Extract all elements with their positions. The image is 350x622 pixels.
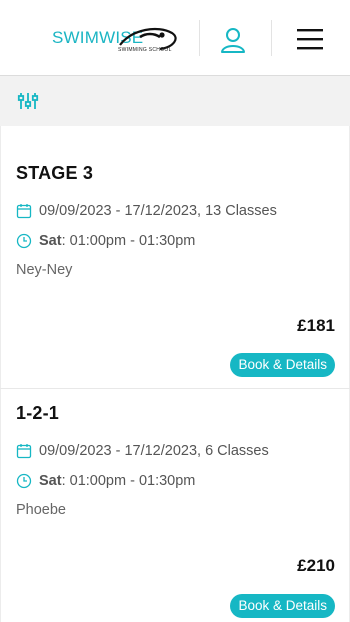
logo-tagline: SWIMMING SCHOOL — [118, 47, 172, 53]
book-details-button[interactable]: Book & Details — [230, 594, 335, 618]
filter-bar — [0, 76, 350, 126]
class-dates: 09/09/2023 - 17/12/2023, 6 Classes — [39, 443, 269, 459]
clock-icon — [16, 233, 32, 249]
class-dates-row: 09/09/2023 - 17/12/2023, 6 Classes — [16, 442, 269, 460]
class-time: : 01:00pm - 01:30pm — [61, 233, 196, 249]
class-dates-row: 09/09/2023 - 17/12/2023, 13 Classes — [16, 202, 277, 220]
class-title: 1-2-1 — [16, 403, 60, 423]
class-day: Sat — [39, 473, 62, 489]
clock-icon — [16, 473, 32, 489]
account-button[interactable] — [218, 25, 248, 55]
hamburger-menu-icon — [297, 29, 323, 50]
class-price: £181 — [297, 316, 335, 335]
class-teacher: Phoebe — [16, 502, 66, 518]
class-card: STAGE 3 09/09/2023 - 17/12/2023, 13 Clas… — [1, 126, 349, 388]
class-time-row: Sat: 01:00pm - 01:30pm — [16, 472, 195, 490]
class-time-row: Sat: 01:00pm - 01:30pm — [16, 232, 195, 250]
calendar-icon — [16, 443, 32, 459]
header: SWIMWISE SWIMMING SCHOOL — [0, 0, 350, 76]
class-card: 1-2-1 09/09/2023 - 17/12/2023, 6 Classes… — [1, 389, 349, 622]
header-divider — [199, 20, 200, 56]
class-time: : 01:00pm - 01:30pm — [61, 473, 196, 489]
class-teacher: Ney-Ney — [16, 262, 73, 278]
class-price: £210 — [297, 556, 335, 575]
book-details-button[interactable]: Book & Details — [230, 353, 335, 377]
class-dates: 09/09/2023 - 17/12/2023, 13 Classes — [39, 203, 277, 219]
calendar-icon — [16, 203, 32, 219]
sliders-icon — [17, 93, 39, 109]
filter-button[interactable] — [17, 90, 41, 112]
class-day: Sat — [39, 233, 62, 249]
menu-button[interactable] — [295, 27, 327, 53]
swimwise-logo[interactable]: SWIMWISE SWIMMING SCHOOL — [52, 21, 182, 57]
class-title: STAGE 3 — [16, 163, 94, 183]
header-divider — [271, 20, 272, 56]
user-icon — [221, 28, 245, 53]
